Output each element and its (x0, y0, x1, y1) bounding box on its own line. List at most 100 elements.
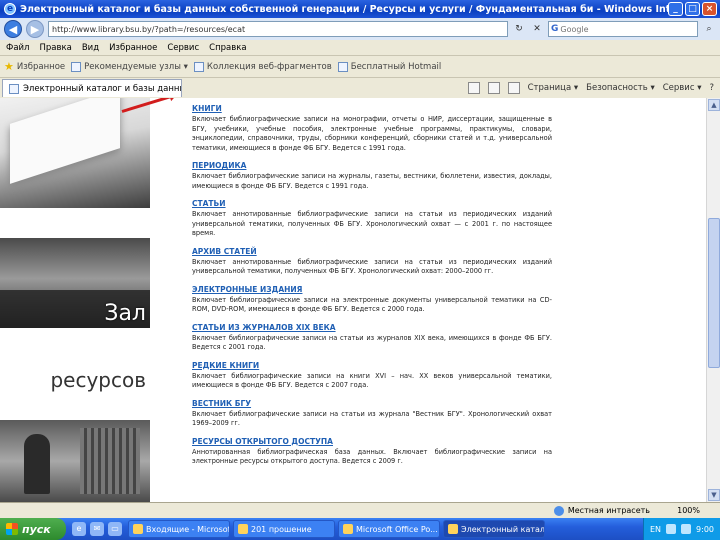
ie-icon: e (4, 3, 16, 15)
favorites-item[interactable]: Бесплатный Hotmail (337, 61, 442, 72)
person-image (24, 434, 50, 494)
resources-caption: ресурсов (50, 368, 146, 392)
catalog-description: Включает библиографические записи на мон… (192, 115, 552, 152)
catalog-link[interactable]: РЕДКИЕ КНИГИ (192, 361, 552, 370)
address-bar: ◀ ▶ ↻ ✕ G ⌕ (0, 18, 720, 40)
favorites-label: Избранное (16, 61, 66, 72)
taskbar-item-label: Входящие - Microsoft... (146, 524, 229, 534)
taskbar-item[interactable]: Microsoft Office Po... (338, 520, 440, 538)
close-button[interactable]: × (702, 2, 717, 16)
taskbar-item[interactable]: 201 прошение (233, 520, 335, 538)
star-icon: ★ (4, 60, 14, 73)
search-box: G (548, 21, 698, 37)
back-button[interactable]: ◀ (4, 20, 22, 38)
taskbar-item-active[interactable]: Электронный катал... (443, 520, 545, 538)
favorites-item[interactable]: Коллекция веб-фрагментов (193, 61, 332, 72)
catalog-link[interactable]: ВЕСТНИК БГУ (192, 399, 552, 408)
catalog-description: Включает библиографические записи на ста… (192, 333, 552, 352)
catalog-link[interactable]: СТАТЬИ (192, 199, 552, 208)
catalog-entry: АРХИВ СТАТЕЙ Включает аннотированные биб… (192, 247, 552, 277)
scroll-down-button[interactable]: ▼ (708, 489, 720, 501)
catalog-entry: КНИГИ Включает библиографические записи … (192, 104, 552, 153)
favorites-item-label: Бесплатный Hotmail (350, 61, 442, 72)
desktop-quicklaunch-icon[interactable]: ▭ (108, 522, 122, 536)
hall-caption-line3: информационных (4, 341, 146, 359)
outlook-quicklaunch-icon[interactable]: ✉ (90, 522, 104, 536)
book-photo (0, 98, 150, 208)
folder-icon (238, 524, 248, 534)
feeds-icon[interactable] (487, 82, 500, 94)
menu-edit[interactable]: Правка (39, 43, 71, 53)
minimize-button[interactable]: _ (668, 2, 683, 16)
book-page-image (10, 98, 120, 184)
favorites-item-label: Коллекция веб-фрагментов (206, 61, 332, 72)
catalog-description: Включает библиографические записи на жур… (192, 172, 552, 190)
help-icon[interactable]: ? (709, 83, 714, 93)
powerpoint-icon (343, 524, 353, 534)
catalog-description: Включает библиографические записи на ста… (192, 409, 552, 428)
taskbar-item-label: Электронный катал... (461, 524, 545, 534)
catalog-description: Включает библиографические записи на кни… (192, 371, 552, 390)
safety-menu[interactable]: Безопасность ▾ (586, 83, 655, 93)
menu-file[interactable]: Файл (6, 43, 29, 53)
catalog-link[interactable]: ЭЛЕКТРОННЫЕ ИЗДАНИЯ (192, 285, 552, 294)
google-icon: G (551, 24, 559, 34)
taskbar: пуск e ✉ ▭ Входящие - Microsoft... 201 п… (0, 518, 720, 540)
menu-help[interactable]: Справка (209, 43, 246, 53)
catalog-list: КНИГИ Включает библиографические записи … (192, 104, 552, 475)
menu-view[interactable]: Вид (82, 43, 99, 53)
search-icon[interactable]: ⌕ (702, 22, 716, 36)
start-button[interactable]: пуск (0, 518, 66, 540)
home-icon[interactable] (467, 82, 480, 94)
tab-current[interactable]: Электронный каталог и базы данных собств… (2, 79, 182, 97)
catalog-entry: СТАТЬИ ИЗ ЖУРНАЛОВ XIX ВЕКА Включает биб… (192, 323, 552, 353)
search-input[interactable] (560, 24, 681, 34)
command-bar: Страница ▾ Безопасность ▾ Сервис ▾ ? (467, 82, 720, 94)
ie-quicklaunch-icon[interactable]: e (72, 522, 86, 536)
language-indicator[interactable]: EN (650, 525, 661, 534)
catalog-link[interactable]: АРХИВ СТАТЕЙ (192, 247, 552, 256)
maximize-button[interactable]: □ (685, 2, 700, 16)
volume-icon[interactable] (681, 524, 692, 534)
catalog-link[interactable]: ПЕРИОДИКА (192, 161, 552, 170)
zone-label: Местная интрасеть (567, 506, 650, 515)
page-icon (193, 61, 204, 72)
catalog-link[interactable]: КНИГИ (192, 104, 552, 113)
taskbar-item[interactable]: Входящие - Microsoft... (128, 520, 230, 538)
scroll-up-button[interactable]: ▲ (708, 99, 720, 111)
favorites-button[interactable]: ★ Избранное (4, 60, 65, 73)
menu-favorites[interactable]: Избранное (109, 43, 157, 53)
network-icon[interactable] (666, 524, 677, 534)
address-input[interactable] (48, 21, 508, 37)
bookshelf-image (80, 428, 140, 494)
print-icon[interactable] (507, 82, 520, 94)
catalog-link[interactable]: РЕСУРСЫ ОТКРЫТОГО ДОСТУПА (192, 437, 552, 446)
tab-bar: Электронный каталог и базы данных собств… (0, 78, 720, 98)
forward-button[interactable]: ▶ (26, 20, 44, 38)
title-bar: e Электронный каталог и базы данных собс… (0, 0, 720, 18)
page-menu[interactable]: Страница ▾ (528, 83, 579, 93)
stop-icon[interactable]: ✕ (530, 22, 544, 36)
catalog-entry: ВЕСТНИК БГУ Включает библиографические з… (192, 399, 552, 429)
vertical-scrollbar[interactable]: ▲ ▼ (706, 98, 720, 502)
scroll-thumb[interactable] (708, 218, 720, 368)
clock[interactable]: 9:00 (696, 525, 714, 534)
hall-caption-line1: Зал (104, 301, 146, 326)
menu-tools[interactable]: Сервис (167, 43, 199, 53)
zoom-level[interactable]: 100% (677, 506, 700, 515)
library-photo (0, 420, 150, 502)
page-icon (337, 61, 348, 72)
quick-launch: e ✉ ▭ (66, 522, 128, 536)
page-icon (71, 61, 82, 72)
tools-menu[interactable]: Сервис ▾ (663, 83, 702, 93)
favorites-bar: ★ Избранное Рекомендуемые узлы ▾ Коллекц… (0, 56, 720, 78)
catalog-description: Аннотированная библиографическая база да… (192, 447, 552, 466)
catalog-link[interactable]: СТАТЬИ ИЗ ЖУРНАЛОВ XIX ВЕКА (192, 323, 552, 332)
catalog-entry: РЕСУРСЫ ОТКРЫТОГО ДОСТУПА Аннотированная… (192, 437, 552, 467)
windows-logo-icon (6, 523, 18, 535)
taskbar-item-label: Microsoft Office Po... (356, 524, 438, 534)
favorites-item[interactable]: Рекомендуемые узлы ▾ (71, 61, 188, 72)
system-tray: EN 9:00 (642, 518, 720, 540)
refresh-icon[interactable]: ↻ (512, 22, 526, 36)
catalog-entry: ЭЛЕКТРОННЫЕ ИЗДАНИЯ Включает библиографи… (192, 285, 552, 315)
